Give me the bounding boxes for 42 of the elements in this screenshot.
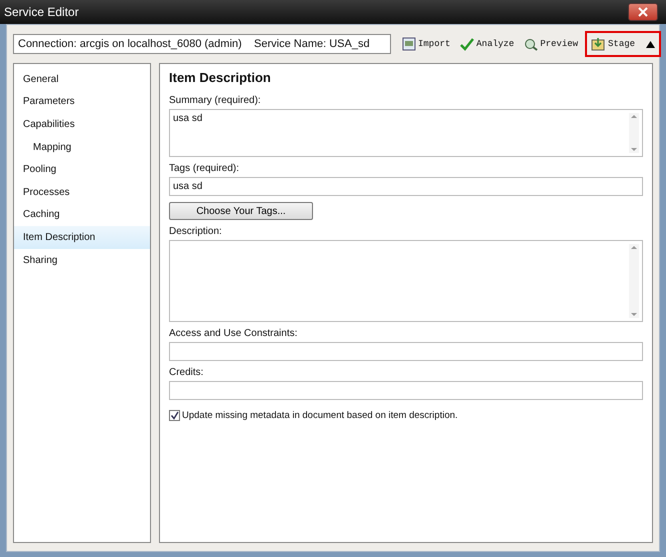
form-icon <box>402 37 416 51</box>
choose-tags-button[interactable]: Choose Your Tags... <box>169 202 313 220</box>
scroll-up-icon[interactable] <box>629 113 639 119</box>
field-label: Credits: <box>169 367 204 378</box>
input-field[interactable] <box>169 381 643 400</box>
field-label: Summary (required): <box>169 95 262 106</box>
sidebar-item[interactable]: Pooling <box>14 158 150 181</box>
input-field[interactable]: usa sd <box>169 177 643 196</box>
scroll-down-icon[interactable] <box>629 312 639 318</box>
sidebar-item[interactable]: Parameters <box>14 90 150 114</box>
preview-button[interactable]: Preview <box>521 31 582 57</box>
section-title: Item Description <box>169 70 272 85</box>
input-field[interactable] <box>169 342 643 361</box>
scroll-down-icon[interactable] <box>629 147 639 153</box>
analyze-button[interactable]: Analyze <box>457 31 518 57</box>
window-title: Service Editor <box>4 5 79 19</box>
scrollbar[interactable] <box>629 113 639 153</box>
sidebar-item[interactable]: General <box>14 68 150 91</box>
import-button[interactable]: Import <box>399 31 454 57</box>
scroll-up-icon[interactable] <box>629 244 639 250</box>
checkbox-label: Update missing metadata in document based on item description. <box>182 410 458 421</box>
magnifier-icon <box>524 37 538 51</box>
sidebar-item[interactable]: Mapping <box>14 136 150 158</box>
field-label: Description: <box>169 226 223 237</box>
checkbox[interactable] <box>169 410 180 421</box>
checkmark-icon <box>460 37 474 51</box>
text-area[interactable] <box>169 240 643 322</box>
package-icon <box>591 37 606 51</box>
field-label: Access and Use Constraints: <box>169 328 298 339</box>
field-label: Tags (required): <box>169 163 240 174</box>
close-icon[interactable] <box>638 7 648 17</box>
connection-field: Connection: arcgis on localhost_6080 (admin) Service Name: USA_sd <box>13 34 391 54</box>
sidebar-item[interactable]: Caching <box>14 204 150 226</box>
collapse-icon[interactable] <box>646 40 656 48</box>
sidebar-item[interactable]: Item Description <box>14 226 150 249</box>
sidebar-item[interactable]: Processes <box>14 180 150 204</box>
text-area[interactable]: usa sd <box>169 109 643 157</box>
stage-button[interactable]: Stage <box>585 31 662 57</box>
scrollbar[interactable] <box>629 244 639 318</box>
sidebar-item[interactable]: Sharing <box>14 248 150 272</box>
close-button[interactable] <box>628 3 658 21</box>
sidebar-item[interactable]: Capabilities <box>14 113 150 136</box>
